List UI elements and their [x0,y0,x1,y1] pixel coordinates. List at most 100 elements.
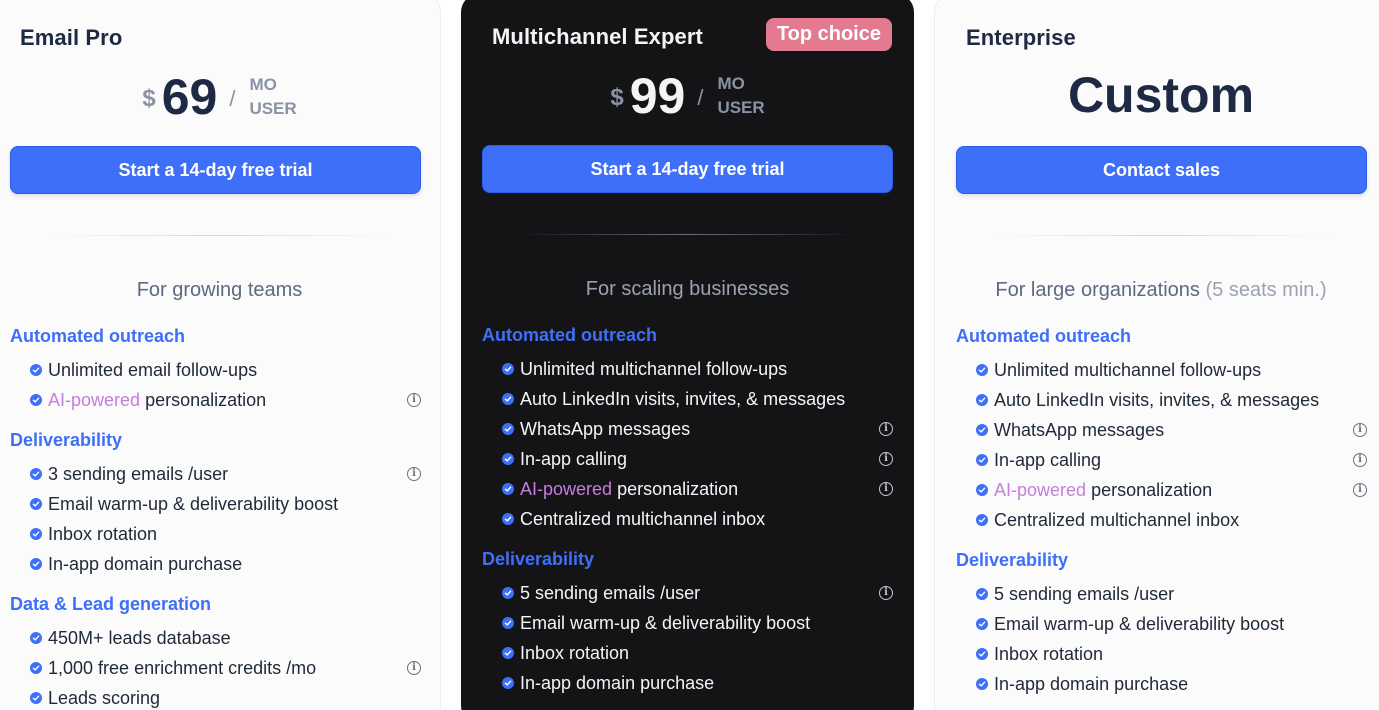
feature-item: In-app domain purchase [10,549,421,579]
info-icon[interactable]: i [1353,483,1367,497]
contact-sales-button[interactable]: Contact sales [956,146,1367,194]
plan-audience-text: For large organizations [995,279,1200,301]
price-unit-period: MO [717,74,745,93]
check-icon [502,647,514,659]
feature-text: Email warm-up & deliverability boost [48,493,339,514]
feature-text: WhatsApp messages [520,418,691,439]
check-icon [502,423,514,435]
feature-text: 5 sending emails /user [994,583,1175,604]
check-icon [30,558,42,570]
feature-item: AI-powered personalization i [482,474,893,504]
info-icon[interactable]: i [407,661,421,675]
ai-powered-label: AI-powered [994,479,1087,500]
feature-item: Inbox rotation [10,519,421,549]
check-icon [30,468,42,480]
price: $ 99 / MO USER [461,68,914,124]
feature-text: personalization [1086,479,1213,500]
feature-text: 1,000 free enrichment credits /mo [48,657,317,678]
check-icon [976,484,988,496]
info-icon[interactable]: i [879,452,893,466]
feature-item: WhatsApp messages i [482,414,893,444]
check-icon [976,514,988,526]
ai-powered-label: AI-powered [520,478,613,499]
feature-item: Leads scoring [10,683,421,710]
plan-audience: For growing teams [136,279,303,301]
info-icon[interactable]: i [879,422,893,436]
feature-text: personalization [140,389,267,410]
info-icon[interactable]: i [879,482,893,496]
price-amount: 69 [161,69,218,125]
feature-item: Unlimited multichannel follow-ups [482,354,893,384]
info-icon[interactable]: i [407,467,421,481]
feature-list: Automated outreach Unlimited multichannel… [482,324,893,710]
check-icon [502,363,514,375]
ai-powered-label: AI-powered [48,389,141,410]
plan-name: Email Pro [20,25,123,50]
feature-item: Email warm-up & deliverability boost [482,608,893,638]
feature-text: Centralized multichannel inbox [520,508,766,529]
feature-text: Email warm-up & deliverability boost [520,612,811,633]
feature-section: Deliverability 5 sending emails /user i Ema… [482,548,893,698]
custom-price: Custom [1067,67,1255,123]
feature-text: Centralized multichannel inbox [994,509,1240,530]
check-icon [30,364,42,376]
check-icon [30,692,42,704]
check-icon [976,648,988,660]
price-unit-period: MO [249,75,277,94]
feature-text: Inbox rotation [520,642,630,663]
check-icon [976,424,988,436]
feature-section: Automated outreach Unlimited multichannel… [482,324,893,534]
feature-text: Unlimited multichannel follow-ups [520,358,788,379]
currency-symbol: $ [610,84,624,111]
feature-item: Inbox rotation [956,639,1367,669]
feature-text: In-app domain purchase [520,672,715,693]
price-unit-seat: USER [249,99,297,118]
feature-section-title: Deliverability [10,430,123,450]
feature-text: 5 sending emails /user [520,582,701,603]
feature-item: In-app domain purchase [956,669,1367,699]
plan-name: Enterprise [966,25,1076,50]
feature-item: In-app calling i [956,445,1367,475]
check-icon [30,528,42,540]
price-unit: MO USER [717,72,764,120]
feature-section: Data & Lead generation 450M+ leads databa… [10,593,421,710]
feature-text: In-app calling [994,449,1102,470]
feature-list: Automated outreach Unlimited email follow… [10,325,421,710]
info-icon[interactable]: i [1353,423,1367,437]
feature-item: 5 sending emails /user [956,579,1367,609]
feature-item: AI-powered personalization i [10,385,421,415]
check-icon [502,617,514,629]
info-icon[interactable]: i [407,393,421,407]
price-separator: / [229,86,236,111]
plan-audience-note: (5 seats min.) [1205,279,1327,301]
feature-text: In-app calling [520,448,628,469]
check-icon [976,454,988,466]
check-icon [976,678,988,690]
feature-section-title: Data & Lead generation [10,594,212,614]
feature-item: In-app calling i [482,444,893,474]
top-choice-badge: Top choice [765,18,892,51]
info-icon[interactable]: i [879,586,893,600]
feature-item: Inbox rotation [482,638,893,668]
feature-item: Unlimited multichannel follow-ups [956,355,1367,385]
feature-item: Auto LinkedIn visits, invites, & message… [482,384,893,414]
feature-text: personalization [612,478,739,499]
feature-item: 1,000 free enrichment credits /mo i [10,653,421,683]
divider [517,234,857,235]
feature-section-title: Deliverability [482,549,595,569]
feature-item: Email warm-up & deliverability boost [956,609,1367,639]
plan-audience: For scaling businesses [585,278,790,300]
start-trial-button[interactable]: Start a 14-day free trial [482,145,893,193]
feature-section: Automated outreach Unlimited email follow… [10,325,421,415]
feature-section-title: Deliverability [956,550,1069,570]
feature-text: Unlimited email follow-ups [48,359,258,380]
feature-text: Inbox rotation [994,643,1104,664]
start-trial-button[interactable]: Start a 14-day free trial [10,146,421,194]
info-icon[interactable]: i [1353,453,1367,467]
feature-section-title: Automated outreach [956,326,1132,346]
check-icon [30,632,42,644]
feature-text: 3 sending emails /user [48,463,229,484]
plan-audience: For large organizations (5 seats min.) [935,279,1379,302]
feature-item: Unlimited email follow-ups [10,355,421,385]
check-icon [30,498,42,510]
